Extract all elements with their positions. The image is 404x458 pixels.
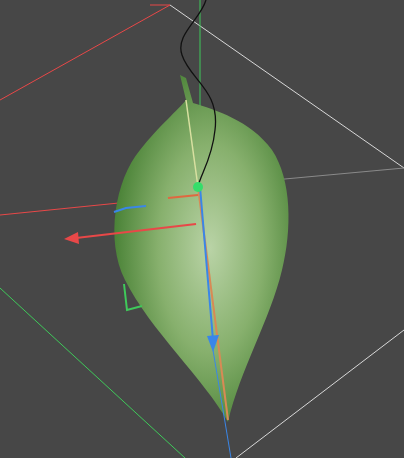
spline-curve[interactable] xyxy=(181,0,216,187)
bounding-box xyxy=(0,0,404,458)
viewport[interactable] xyxy=(0,0,404,458)
transform-gizmo[interactable] xyxy=(64,182,231,458)
x-arrow-icon[interactable] xyxy=(64,232,79,244)
leaf[interactable] xyxy=(114,75,288,422)
z-arrow-icon[interactable] xyxy=(207,335,219,352)
viewport-canvas[interactable] xyxy=(0,0,404,458)
pivot-icon[interactable] xyxy=(193,182,203,192)
